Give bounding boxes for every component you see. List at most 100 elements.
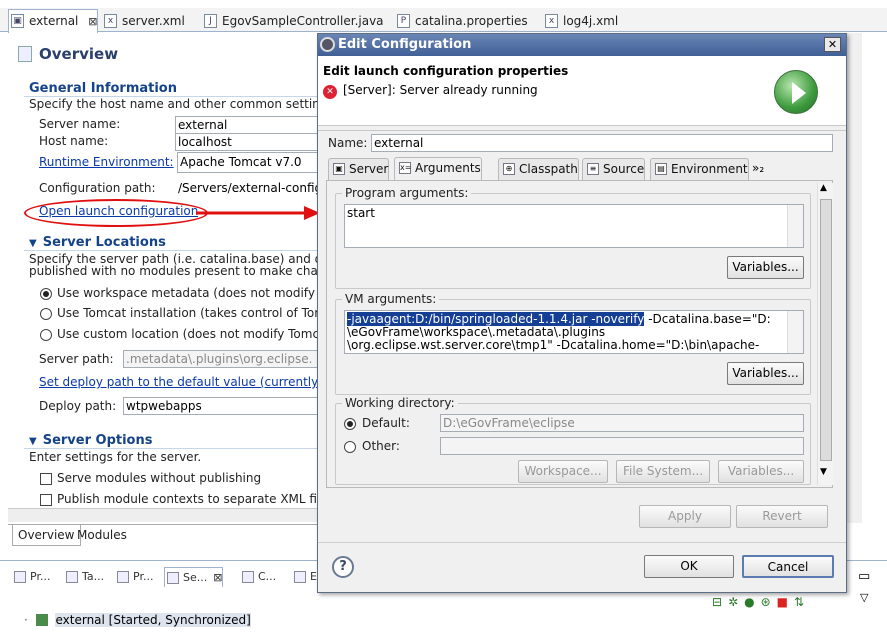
view-tab-label: Ta... bbox=[82, 570, 105, 583]
default-dir-label[interactable]: Default: bbox=[362, 416, 410, 430]
more-tabs-chevron[interactable]: »₂ bbox=[752, 161, 764, 175]
textarea-scrollbar[interactable] bbox=[787, 311, 803, 353]
problems-icon bbox=[14, 571, 26, 583]
collapse-all-icon[interactable]: ⊟ bbox=[712, 595, 728, 609]
profile-icon[interactable]: ⊛ bbox=[761, 595, 777, 609]
edit-configuration-dialog: Edit Configuration ✕ Edit launch configu… bbox=[317, 33, 847, 593]
help-button[interactable]: ? bbox=[332, 556, 354, 578]
vm-args-line-3: \org.eclipse.wst.server.core\tmp1" -Dcat… bbox=[347, 338, 760, 352]
tab-overview[interactable]: Overview bbox=[12, 525, 81, 546]
vm-arguments-textarea[interactable]: -javaagent:D:/bin/springloaded-1.1.4.jar… bbox=[344, 310, 804, 354]
group-title: Program arguments: bbox=[342, 186, 472, 200]
general-info-header[interactable]: General Information bbox=[29, 81, 177, 96]
revert-button[interactable]: Revert bbox=[736, 505, 828, 528]
vm-variables-button[interactable]: Variables... bbox=[727, 362, 804, 385]
view-tab-servers[interactable]: Se... ⊠ bbox=[164, 567, 224, 587]
launch-run-icon bbox=[774, 70, 818, 114]
expand-icon[interactable]: · bbox=[24, 613, 28, 627]
collapse-icon[interactable]: ▼ bbox=[29, 238, 37, 249]
default-dir-radio[interactable] bbox=[344, 418, 356, 430]
view-tab-label: C... bbox=[258, 570, 277, 583]
host-name-label: Host name: bbox=[39, 134, 109, 148]
textarea-scrollbar[interactable] bbox=[787, 205, 803, 247]
ok-button[interactable]: OK bbox=[644, 555, 734, 578]
editor-tab-label: catalina.properties bbox=[415, 14, 528, 28]
publish-icon[interactable]: ⇅ bbox=[794, 595, 810, 609]
arguments-icon: x= bbox=[399, 162, 412, 174]
scroll-down-icon[interactable]: ▼ bbox=[820, 467, 827, 477]
program-variables-button[interactable]: Variables... bbox=[727, 256, 804, 279]
tab-classpath[interactable]: ⊕ Classpath bbox=[498, 158, 579, 180]
dialog-title-bar[interactable]: Edit Configuration ✕ bbox=[318, 34, 846, 56]
custom-location-radio[interactable] bbox=[40, 329, 52, 341]
publish-contexts-checkbox[interactable] bbox=[40, 494, 52, 506]
panel-scrollbar[interactable]: ▲ ▼ bbox=[817, 183, 833, 485]
minimize-icon[interactable]: ▭ bbox=[858, 569, 870, 584]
server-name-field[interactable]: external bbox=[175, 116, 318, 134]
runtime-environment-link[interactable]: Runtime Environment: bbox=[39, 155, 174, 169]
server-list-item[interactable]: · external [Started, Synchronized] bbox=[24, 613, 251, 627]
host-name-field[interactable]: localhost bbox=[175, 133, 318, 151]
collapse-icon[interactable]: ▼ bbox=[29, 436, 37, 447]
workspace-metadata-radio[interactable] bbox=[40, 288, 52, 300]
tab-modules[interactable]: Modules bbox=[72, 525, 132, 546]
serve-modules-checkbox[interactable] bbox=[40, 473, 52, 485]
editor-tab-server-xml[interactable]: x server.xml bbox=[102, 10, 185, 32]
tab-source[interactable]: ≡ Source bbox=[582, 158, 646, 180]
view-tab-explorer[interactable]: E bbox=[292, 567, 317, 587]
debug-icon[interactable]: ✲ bbox=[728, 595, 744, 609]
name-label: Name: bbox=[328, 136, 368, 150]
tab-server[interactable]: ▣ Server bbox=[328, 158, 390, 180]
tomcat-installation-radio[interactable] bbox=[40, 308, 52, 320]
workspace-button[interactable]: Workspace... bbox=[518, 460, 608, 483]
runtime-environment-select[interactable]: Apache Tomcat v7.0 bbox=[177, 152, 318, 173]
server-running-icon bbox=[35, 614, 48, 626]
cancel-button[interactable]: Cancel bbox=[742, 555, 834, 578]
editor-vertical-scrollbar[interactable] bbox=[846, 33, 862, 523]
close-icon[interactable]: ⊠ bbox=[88, 15, 97, 28]
section-divider bbox=[24, 448, 318, 449]
dialog-title: Edit Configuration bbox=[338, 37, 472, 52]
server-options-header[interactable]: ▼ Server Options bbox=[29, 433, 152, 448]
editor-tab-log4j[interactable]: x log4j.xml bbox=[543, 10, 618, 32]
start-icon[interactable]: ● bbox=[744, 595, 760, 609]
deploy-path-field[interactable]: wtpwebapps bbox=[123, 397, 318, 415]
program-arguments-text: start bbox=[347, 206, 375, 220]
custom-location-label[interactable]: Use custom location (does not modify Tom… bbox=[57, 327, 318, 341]
server-icon: ▣ bbox=[333, 163, 345, 175]
view-tab-problems[interactable]: Pr... bbox=[12, 567, 50, 587]
tab-environment[interactable]: ▤ Environment bbox=[650, 158, 749, 180]
workspace-metadata-label[interactable]: Use workspace metadata (does not modify … bbox=[57, 286, 318, 300]
file-system-button[interactable]: File System... bbox=[616, 460, 710, 483]
close-icon[interactable]: ⊠ bbox=[213, 571, 222, 584]
apply-button[interactable]: Apply bbox=[639, 505, 731, 528]
editor-tab-catalina-properties[interactable]: P catalina.properties bbox=[395, 10, 528, 32]
other-dir-radio[interactable] bbox=[344, 441, 356, 453]
scroll-up-icon[interactable]: ▲ bbox=[820, 183, 827, 193]
config-name-field[interactable]: external bbox=[371, 134, 833, 152]
tomcat-installation-label[interactable]: Use Tomcat installation (takes control o… bbox=[57, 306, 318, 320]
program-arguments-textarea[interactable]: start bbox=[344, 204, 804, 248]
view-tab-tasks[interactable]: Ta... bbox=[64, 567, 104, 587]
other-dir-label[interactable]: Other: bbox=[362, 439, 400, 453]
tab-arguments[interactable]: x= Arguments bbox=[394, 157, 482, 181]
serve-modules-label[interactable]: Serve modules without publishing bbox=[57, 471, 318, 485]
scroll-thumb[interactable] bbox=[820, 199, 832, 461]
editor-tab-egov-controller[interactable]: J EgovSampleController.java bbox=[202, 10, 384, 32]
working-dir-variables-button[interactable]: Variables... bbox=[718, 460, 804, 483]
view-tab-properties[interactable]: Pr... bbox=[115, 567, 153, 587]
vm-arguments-group: VM arguments: -javaagent:D:/bin/springlo… bbox=[335, 292, 811, 395]
server-locations-header[interactable]: ▼ Server Locations bbox=[29, 235, 166, 250]
close-button[interactable]: ✕ bbox=[824, 37, 841, 52]
other-dir-field bbox=[440, 437, 804, 455]
set-deploy-path-link[interactable]: Set deploy path to the default value (cu… bbox=[39, 375, 318, 389]
server-entry-label: external [Started, Synchronized] bbox=[55, 613, 251, 627]
publish-contexts-label[interactable]: Publish module contexts to separate XML … bbox=[57, 492, 318, 506]
view-menu-icon[interactable]: ▽ bbox=[860, 591, 868, 604]
stop-icon[interactable]: ■ bbox=[777, 595, 794, 609]
dialog-header-message: ✕ [Server]: Server already running bbox=[323, 83, 538, 99]
view-tab-console[interactable]: C... bbox=[240, 567, 276, 587]
horizontal-scrollbar[interactable] bbox=[8, 508, 318, 522]
server-options-desc: Enter settings for the server. bbox=[29, 450, 202, 464]
editor-tab-external[interactable]: ▣ external ⊠ bbox=[8, 9, 99, 33]
